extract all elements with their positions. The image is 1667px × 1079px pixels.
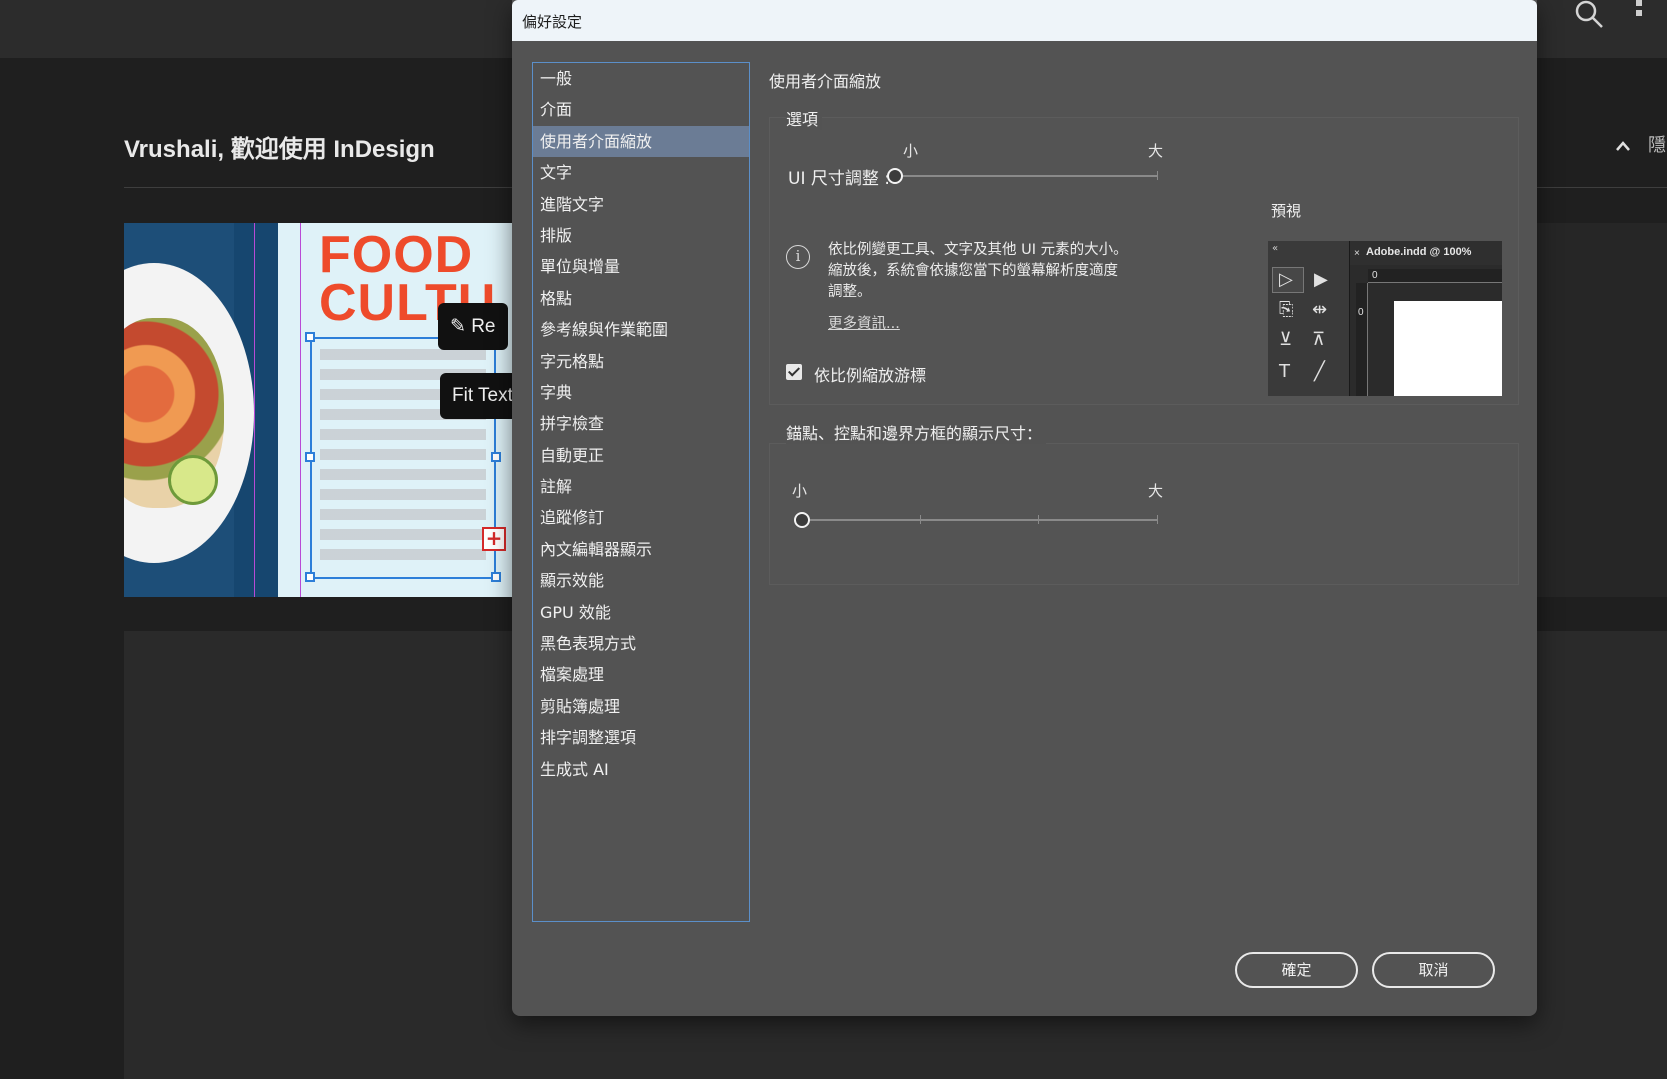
frame-handle[interactable] bbox=[491, 452, 501, 462]
preview-tab-title: Adobe.indd @ 100% bbox=[1366, 246, 1472, 258]
slider-tick bbox=[1038, 515, 1039, 524]
context-button-fit-text[interactable]: Fit Text bbox=[440, 373, 512, 419]
scale-cursor-label[interactable]: 依比例縮放游標 bbox=[814, 362, 926, 386]
category-item[interactable]: 生成式 AI bbox=[533, 754, 749, 785]
category-item[interactable]: 剪貼簿處理 bbox=[533, 691, 749, 722]
category-item[interactable]: 單位與增量 bbox=[533, 251, 749, 282]
preview-ruler-horizontal bbox=[1368, 269, 1502, 283]
category-item[interactable]: 字元格點 bbox=[533, 346, 749, 377]
scale-cursor-checkbox[interactable] bbox=[786, 364, 802, 380]
dialog-title: 偏好設定 bbox=[522, 13, 583, 31]
frame-handle[interactable] bbox=[305, 332, 315, 342]
anchors-group bbox=[769, 443, 1519, 585]
context-button-rewrite[interactable]: ✎ Re bbox=[438, 303, 508, 350]
ok-button[interactable]: 確定 bbox=[1235, 952, 1358, 988]
collapse-icon: « bbox=[1272, 243, 1279, 254]
chevron-up-icon[interactable] bbox=[1614, 138, 1632, 154]
anchor-size-max-label: 大 bbox=[1148, 482, 1164, 500]
search-icon[interactable] bbox=[1572, 0, 1606, 30]
ui-size-max-label: 大 bbox=[1148, 142, 1164, 160]
selection-tool-icon: ▷ bbox=[1279, 269, 1293, 290]
preview-image: « ▷ ▶ ⎘ ⇹ ⊻ ⊼ T ╱ × Adobe.indd @ 100% 0 … bbox=[1268, 241, 1502, 396]
category-item[interactable]: 註解 bbox=[533, 471, 749, 502]
slider-tick bbox=[1157, 171, 1158, 180]
category-item[interactable]: 介面 bbox=[533, 94, 749, 125]
category-item[interactable]: 一般 bbox=[533, 63, 749, 94]
more-info-link[interactable]: 更多資訊... bbox=[828, 312, 900, 333]
options-group-label: 選項 bbox=[786, 106, 823, 130]
category-item[interactable]: 參考線與作業範圍 bbox=[533, 314, 749, 345]
frame-handle[interactable] bbox=[305, 452, 315, 462]
tab-close-icon: × bbox=[1354, 248, 1360, 259]
category-item[interactable]: 顯示效能 bbox=[533, 565, 749, 596]
category-item[interactable]: GPU 效能 bbox=[533, 597, 749, 628]
direct-selection-tool-icon: ▶ bbox=[1314, 269, 1328, 290]
anchors-group-label: 錨點、控點和邊界方框的顯示尺寸： bbox=[786, 420, 1047, 444]
panel-title: 使用者介面縮放 bbox=[769, 72, 882, 91]
category-item[interactable]: 使用者介面縮放 bbox=[533, 125, 749, 158]
category-item[interactable]: 格點 bbox=[533, 283, 749, 314]
anchor-size-slider-track[interactable] bbox=[802, 519, 1157, 521]
preview-label: 預視 bbox=[1271, 202, 1302, 220]
category-item[interactable]: 黑色表現方式 bbox=[533, 628, 749, 659]
frame-handle[interactable] bbox=[305, 572, 315, 582]
magic-wand-icon: ✎ bbox=[450, 316, 466, 337]
slider-tick bbox=[920, 515, 921, 524]
page-tool-icon: ⎘ bbox=[1279, 299, 1294, 320]
info-icon: i bbox=[786, 245, 810, 269]
welcome-heading: Vrushali, 歡迎使用 InDesign bbox=[124, 136, 435, 163]
category-list[interactable]: 一般 介面 使用者介面縮放 文字 進階文字 排版 單位與增量 格點 參考線與作業範圍 字元格點 字典… bbox=[532, 62, 750, 922]
ruler-v-zero: 0 bbox=[1358, 307, 1364, 318]
content-collector-icon: ⊻ bbox=[1279, 329, 1293, 350]
ui-size-slider-track[interactable] bbox=[895, 175, 1157, 177]
promo-card[interactable]: FOOD CULTU + ✎ Re Fit Text bbox=[124, 223, 512, 597]
preview-ruler-vertical bbox=[1356, 283, 1368, 396]
cancel-button[interactable]: 取消 bbox=[1372, 952, 1495, 988]
content-placer-icon: ⊼ bbox=[1312, 329, 1326, 350]
category-item[interactable]: 字典 bbox=[533, 377, 749, 408]
dialog-titlebar[interactable]: 偏好設定 bbox=[512, 0, 1537, 41]
frame-handle[interactable] bbox=[491, 572, 501, 582]
category-item[interactable]: 排版 bbox=[533, 220, 749, 251]
category-item[interactable]: 文字 bbox=[533, 157, 749, 188]
overset-text-icon[interactable]: + bbox=[482, 527, 506, 551]
preferences-dialog: 偏好設定 一般 介面 使用者介面縮放 文字 進階文字 排版 單位與增量 格點 參考線與作業範圍字… bbox=[512, 0, 1537, 1016]
apps-grid-icon[interactable] bbox=[1636, 0, 1656, 26]
category-item[interactable]: 內文編輯器顯示 bbox=[533, 534, 749, 565]
guide-line bbox=[300, 223, 301, 597]
category-item[interactable]: 排字調整選項 bbox=[533, 722, 749, 753]
category-item[interactable]: 拼字檢查 bbox=[533, 408, 749, 439]
gap-tool-icon: ⇹ bbox=[1312, 299, 1328, 320]
type-tool-icon: T bbox=[1279, 361, 1290, 382]
ui-size-label: UI 尺寸調整 : bbox=[788, 169, 890, 189]
category-item[interactable]: 自動更正 bbox=[533, 440, 749, 471]
anchor-size-slider-thumb[interactable] bbox=[794, 512, 810, 528]
anchor-size-min-label: 小 bbox=[792, 482, 808, 500]
ruler-h-zero: 0 bbox=[1372, 270, 1378, 281]
ui-size-min-label: 小 bbox=[903, 142, 919, 160]
hide-label[interactable]: 隱 bbox=[1648, 131, 1666, 157]
lime-image bbox=[168, 455, 218, 505]
category-item[interactable]: 追蹤修訂 bbox=[533, 502, 749, 533]
category-item[interactable]: 進階文字 bbox=[533, 189, 749, 220]
slider-tick bbox=[1157, 515, 1158, 524]
guide-line bbox=[254, 223, 255, 597]
line-tool-icon: ╱ bbox=[1314, 361, 1325, 382]
preview-page bbox=[1394, 301, 1502, 396]
category-item[interactable]: 檔案處理 bbox=[533, 659, 749, 690]
ui-size-slider-thumb[interactable] bbox=[887, 168, 903, 184]
info-text: 依比例變更工具、文字及其他 UI 元素的大小。縮放後，系統會依據您當下的螢幕解析… bbox=[828, 242, 1128, 300]
